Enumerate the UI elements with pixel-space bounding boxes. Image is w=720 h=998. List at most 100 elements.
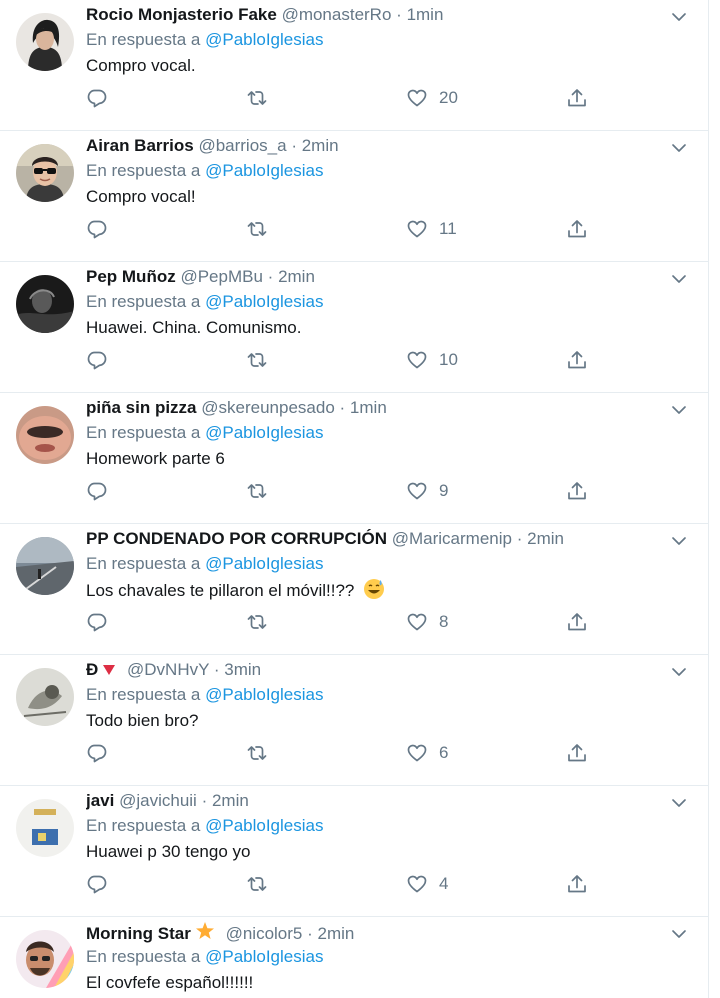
heart-icon: [407, 875, 427, 893]
reply-button[interactable]: [86, 84, 108, 112]
mention-link[interactable]: @PabloIglesias: [205, 554, 323, 573]
tweet-menu-chevron-icon[interactable]: [668, 137, 690, 159]
avatar[interactable]: [16, 275, 74, 333]
tweet-menu-chevron-icon[interactable]: [668, 530, 690, 552]
tweet-actions: 20: [86, 84, 626, 112]
reply-button[interactable]: [86, 346, 108, 374]
like-button[interactable]: 20: [406, 84, 458, 112]
author-name[interactable]: Airan Barrios: [86, 136, 194, 155]
author-handle[interactable]: @monasterRo: [282, 5, 392, 24]
author-handle[interactable]: @barrios_a: [198, 136, 286, 155]
author-handle[interactable]: @javichuii: [119, 791, 197, 810]
tweet-text: Todo bien bro?: [86, 711, 199, 730]
separator-dot: ·: [213, 660, 220, 679]
mention-link[interactable]: @PabloIglesias: [205, 30, 323, 49]
mention-link[interactable]: @PabloIglesias: [205, 292, 323, 311]
tweet[interactable]: javi @javichuii · 2min En respuesta a @P…: [0, 786, 708, 917]
timestamp[interactable]: 2min: [278, 267, 315, 286]
author-name[interactable]: javi: [86, 791, 114, 810]
avatar[interactable]: [16, 144, 74, 202]
tweet-header: Morning Star @nicolor5 · 2min: [86, 921, 660, 943]
tweet-text: Homework parte 6: [86, 449, 225, 468]
like-button[interactable]: 10: [406, 346, 458, 374]
reply-button[interactable]: [86, 870, 108, 898]
mention-link[interactable]: @PabloIglesias: [205, 161, 323, 180]
mention-link[interactable]: @PabloIglesias: [205, 685, 323, 704]
timestamp[interactable]: 1min: [350, 398, 387, 417]
share-button[interactable]: [566, 870, 588, 898]
avatar[interactable]: [16, 930, 74, 988]
retweet-button[interactable]: [246, 870, 268, 898]
avatar[interactable]: [16, 799, 74, 857]
man-rainbow-icon: [16, 930, 74, 988]
share-icon: [568, 220, 586, 238]
reply-button[interactable]: [86, 215, 108, 243]
tweet-header: Pep Muñoz @PepMBu · 2min: [86, 266, 660, 288]
avatar[interactable]: [16, 537, 74, 595]
reply-context: En respuesta a @PabloIglesias: [86, 684, 323, 706]
tweet-menu-chevron-icon[interactable]: [668, 6, 690, 28]
like-button[interactable]: 9: [406, 477, 448, 505]
author-name[interactable]: piña sin pizza: [86, 398, 197, 417]
reply-prefix: En respuesta a: [86, 554, 201, 573]
share-button[interactable]: [566, 739, 588, 767]
author-handle[interactable]: @PepMBu: [180, 267, 262, 286]
like-button[interactable]: 11: [406, 215, 457, 243]
reply-button[interactable]: [86, 608, 108, 636]
timestamp[interactable]: 3min: [224, 660, 261, 679]
timestamp[interactable]: 2min: [527, 529, 564, 548]
share-button[interactable]: [566, 608, 588, 636]
reply-icon: [87, 744, 107, 763]
author-name[interactable]: Ð: [86, 660, 98, 679]
timestamp[interactable]: 2min: [318, 924, 355, 943]
timestamp[interactable]: 2min: [302, 136, 339, 155]
share-button[interactable]: [566, 84, 588, 112]
share-button[interactable]: [566, 477, 588, 505]
retweet-button[interactable]: [246, 346, 268, 374]
mention-link[interactable]: @PabloIglesias: [205, 816, 323, 835]
tweet-menu-chevron-icon[interactable]: [668, 268, 690, 290]
share-button[interactable]: [566, 346, 588, 374]
tweet-menu-chevron-icon[interactable]: [668, 923, 690, 945]
timestamp[interactable]: 2min: [212, 791, 249, 810]
tweet-menu-chevron-icon[interactable]: [668, 661, 690, 683]
separator-dot: ·: [201, 791, 208, 810]
reply-button[interactable]: [86, 739, 108, 767]
reply-context: En respuesta a @PabloIglesias: [86, 160, 323, 182]
tweet[interactable]: Rocio Monjasterio Fake @monasterRo · 1mi…: [0, 0, 708, 131]
tweet-menu-chevron-icon[interactable]: [668, 792, 690, 814]
like-button[interactable]: 8: [406, 608, 448, 636]
author-name[interactable]: Morning Star: [86, 924, 191, 943]
avatar[interactable]: [16, 406, 74, 464]
author-handle[interactable]: @Maricarmenip: [392, 529, 512, 548]
tweet[interactable]: PP CONDENADO POR CORRUPCIÓN @Maricarmeni…: [0, 524, 708, 655]
like-button[interactable]: 6: [406, 739, 448, 767]
tweet-timeline: Rocio Monjasterio Fake @monasterRo · 1mi…: [0, 0, 709, 998]
retweet-button[interactable]: [246, 84, 268, 112]
tweet[interactable]: piña sin pizza @skereunpesado · 1min En …: [0, 393, 708, 524]
author-name[interactable]: Pep Muñoz: [86, 267, 176, 286]
avatar[interactable]: [16, 668, 74, 726]
mention-link[interactable]: @PabloIglesias: [205, 947, 323, 966]
avatar[interactable]: [16, 13, 74, 71]
author-name[interactable]: PP CONDENADO POR CORRUPCIÓN: [86, 529, 387, 548]
tweet[interactable]: Pep Muñoz @PepMBu · 2min En respuesta a …: [0, 262, 708, 393]
author-name[interactable]: Rocio Monjasterio Fake: [86, 5, 277, 24]
retweet-button[interactable]: [246, 477, 268, 505]
reply-button[interactable]: [86, 477, 108, 505]
author-handle[interactable]: @DvNHvY: [127, 660, 209, 679]
tweet-menu-chevron-icon[interactable]: [668, 399, 690, 421]
author-handle[interactable]: @nicolor5: [226, 924, 303, 943]
author-handle[interactable]: @skereunpesado: [201, 398, 335, 417]
tweet[interactable]: Ð @DvNHvY · 3min En respuesta a @PabloIg…: [0, 655, 708, 786]
like-button[interactable]: 4: [406, 870, 448, 898]
tweet[interactable]: Morning Star @nicolor5 · 2min En respues…: [0, 917, 708, 998]
mention-link[interactable]: @PabloIglesias: [205, 423, 323, 442]
tweet[interactable]: Airan Barrios @barrios_a · 2min En respu…: [0, 131, 708, 262]
like-count: 4: [439, 874, 449, 893]
retweet-button[interactable]: [246, 608, 268, 636]
retweet-button[interactable]: [246, 215, 268, 243]
share-button[interactable]: [566, 215, 588, 243]
timestamp[interactable]: 1min: [407, 5, 444, 24]
retweet-button[interactable]: [246, 739, 268, 767]
